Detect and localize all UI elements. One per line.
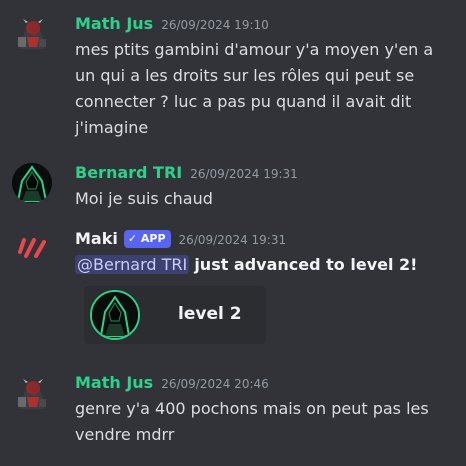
- message-content: mes ptits gambini d'amour y'a moyen y'en…: [75, 37, 460, 141]
- level-label: level 2: [178, 304, 242, 324]
- hooded-figure-icon: [92, 292, 138, 338]
- level-up-text: just advanced to level 2!: [194, 255, 418, 274]
- hellboy-avatar-icon: [12, 13, 52, 53]
- message-line: vendre mdrr: [75, 425, 175, 444]
- message-line: j'imagine: [75, 118, 149, 137]
- username[interactable]: Math Jus: [75, 14, 153, 33]
- message-line: Moi je suis chaud: [75, 189, 213, 208]
- timestamp[interactable]: 26/09/2024 20:46: [161, 377, 269, 391]
- message-content: genre y'a 400 pochons mais on peut pas l…: [75, 396, 460, 448]
- level-card-image[interactable]: level 2: [84, 286, 266, 344]
- username[interactable]: Bernard TRI: [75, 163, 182, 182]
- avatar-bernard-tri[interactable]: [12, 163, 52, 203]
- app-badge-label: APP: [140, 232, 166, 245]
- check-icon: ✓: [127, 232, 138, 245]
- timestamp[interactable]: 26/09/2024 19:31: [190, 167, 298, 181]
- message-line: connecter ? luc a pas pu quand il avait …: [75, 92, 412, 111]
- user-mention[interactable]: @Bernard TRI: [75, 255, 190, 274]
- avatar-math-jus[interactable]: [12, 373, 52, 413]
- card-avatar: [90, 290, 140, 340]
- timestamp[interactable]: 26/09/2024 19:31: [179, 233, 287, 247]
- avatar-math-jus[interactable]: [12, 13, 52, 53]
- message-line: un qui a les droits sur les rôles qui pe…: [75, 66, 415, 85]
- app-badge: ✓ APP: [123, 230, 171, 248]
- timestamp[interactable]: 26/09/2024 19:10: [161, 18, 269, 32]
- avatar-maki[interactable]: [12, 228, 52, 268]
- message-content: @Bernard TRI just advanced to level 2!: [75, 252, 460, 278]
- message-line: mes ptits gambini d'amour y'a moyen y'en…: [75, 40, 434, 59]
- message-content: Moi je suis chaud: [75, 186, 460, 212]
- hellboy-avatar-icon: [12, 373, 52, 413]
- hooded-figure-icon: [12, 163, 52, 203]
- username[interactable]: Math Jus: [75, 373, 153, 392]
- maki-logo-icon: [12, 228, 52, 268]
- message-line: genre y'a 400 pochons mais on peut pas l…: [75, 399, 429, 418]
- username[interactable]: Maki: [75, 229, 118, 248]
